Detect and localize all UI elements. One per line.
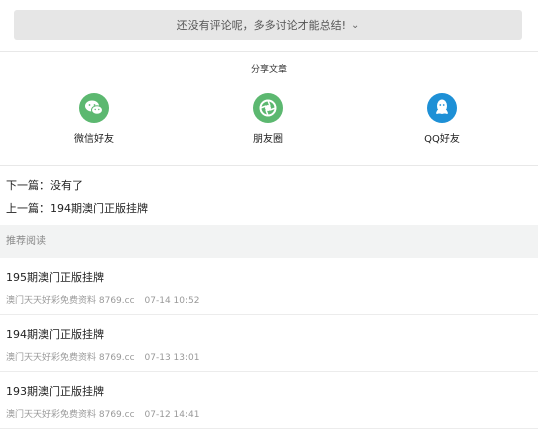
share-moments-label: 朋友圈 <box>253 134 283 145</box>
wechat-icon <box>79 93 109 123</box>
divider <box>0 165 538 166</box>
qq-icon <box>427 93 457 123</box>
share-title: 分享文章 <box>250 65 287 75</box>
prev-article-link[interactable]: 194期澳门正版挂牌 <box>50 202 148 215</box>
list-item-title[interactable]: 193期澳门正版挂牌 <box>6 383 104 399</box>
divider <box>0 51 538 52</box>
list-item-date: 07-13 13:01 <box>144 353 200 363</box>
list-item[interactable]: 195期澳门正版挂牌 澳门天天好彩免费资料 8769.cc 07-14 10:52 <box>0 258 538 315</box>
share-moments-button[interactable]: 朋友圈 <box>223 93 313 145</box>
list-item-meta: 澳门天天好彩免费资料 8769.cc 07-12 14:41 <box>6 407 199 420</box>
next-article: 下一篇：没有了 <box>6 177 83 193</box>
list-item-title[interactable]: 195期澳门正版挂牌 <box>6 269 104 285</box>
list-item[interactable]: 193期澳门正版挂牌 澳门天天好彩免费资料 8769.cc 07-12 14:41 <box>0 372 538 429</box>
share-wechat-label: 微信好友 <box>74 134 114 145</box>
list-item-meta: 澳门天天好彩免费资料 8769.cc 07-13 13:01 <box>6 350 199 363</box>
prev-article-prefix: 上一篇： <box>6 202 50 215</box>
share-qq-button[interactable]: QQ好友 <box>397 93 487 145</box>
list-item-date: 07-12 14:41 <box>144 410 200 420</box>
list-item[interactable]: 194期澳门正版挂牌 澳门天天好彩免费资料 8769.cc 07-13 13:01 <box>0 315 538 372</box>
recommend-header: 推荐阅读 <box>0 225 538 258</box>
list-item-source: 澳门天天好彩免费资料 8769.cc <box>6 296 135 306</box>
next-article-title: 没有了 <box>50 179 83 192</box>
list-item-meta: 澳门天天好彩免费资料 8769.cc 07-14 10:52 <box>6 293 199 306</box>
comment-toggle-button[interactable]: 还没有评论呢，多多讨论才能总结! ⌄ <box>14 10 522 40</box>
share-qq-label: QQ好友 <box>424 134 460 145</box>
list-item-source: 澳门天天好彩免费资料 8769.cc <box>6 353 135 363</box>
prev-article[interactable]: 上一篇：194期澳门正版挂牌 <box>6 200 148 216</box>
moments-icon <box>253 93 283 123</box>
comment-text: 还没有评论呢，多多讨论才能总结! <box>176 19 347 32</box>
list-item-source: 澳门天天好彩免费资料 8769.cc <box>6 410 135 420</box>
next-article-prefix: 下一篇： <box>6 179 50 192</box>
chevron-down-icon: ⌄ <box>351 19 360 31</box>
list-item-title[interactable]: 194期澳门正版挂牌 <box>6 326 104 342</box>
list-item-date: 07-14 10:52 <box>144 296 200 306</box>
share-wechat-button[interactable]: 微信好友 <box>49 93 139 145</box>
